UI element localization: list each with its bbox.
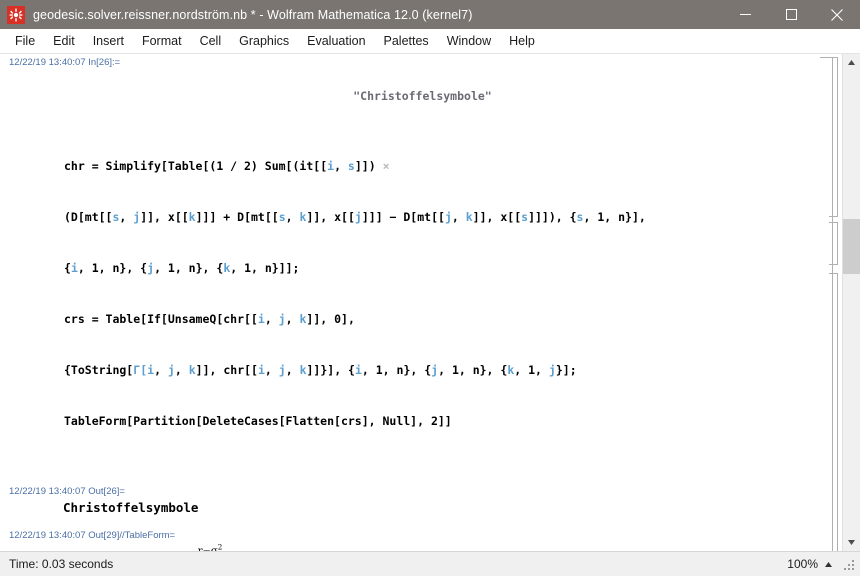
minimize-button[interactable] bbox=[722, 0, 768, 29]
menu-palettes[interactable]: Palettes bbox=[375, 32, 438, 51]
code-line-5: {ToString[Γ[i, j, k]], chr[[i, j, k]]}],… bbox=[64, 363, 577, 377]
menu-file[interactable]: File bbox=[6, 32, 44, 51]
code-line-6: TableForm[Partition[DeleteCases[Flatten[… bbox=[64, 414, 452, 428]
notebook-canvas[interactable]: 12/22/19 13:40:07 In[26]:= "Christoffels… bbox=[0, 54, 842, 551]
input-cell-code[interactable]: chr = Simplify[Table[(1 / 2) Sum[(it[[i,… bbox=[0, 122, 842, 464]
mathematica-app-icon bbox=[7, 5, 25, 24]
output-cell-tableform[interactable]: 12/22/19 13:40:07 Out[29]//TableForm= Γ[… bbox=[0, 518, 842, 551]
code-line-1: chr = Simplify[Table[(1 / 2) Sum[(it[[i,… bbox=[64, 159, 390, 173]
menu-window[interactable]: Window bbox=[438, 32, 500, 51]
output-cell-text[interactable]: 12/22/19 13:40:07 Out[26]= Christoffelsy… bbox=[0, 464, 842, 518]
code-line-2: (D[mt[[s, j]], x[[k]]] + D[mt[[s, k]], x… bbox=[64, 210, 646, 224]
code-line-3: {i, 1, n}, {j, 1, n}, {k, 1, n}]]; bbox=[64, 261, 300, 275]
scrollbar-track[interactable] bbox=[843, 71, 860, 534]
menu-graphics[interactable]: Graphics bbox=[230, 32, 298, 51]
input-cell[interactable]: 12/22/19 13:40:07 In[26]:= "Christoffels… bbox=[0, 54, 842, 464]
christoffel-table: Γ[1, 2, 1] r−σ2 r (−2 r+r2+σ2) Γ[2, 1, 1… bbox=[0, 542, 842, 551]
menu-cell[interactable]: Cell bbox=[191, 32, 231, 51]
window-title: geodesic.solver.reissner.nordström.nb * … bbox=[33, 7, 473, 22]
output-cell-1-timestamp: 12/22/19 13:40:07 Out[26]= bbox=[9, 486, 125, 497]
close-button[interactable] bbox=[814, 0, 860, 29]
menu-edit[interactable]: Edit bbox=[44, 32, 84, 51]
scroll-down-icon[interactable] bbox=[843, 534, 860, 551]
output-cell-2-timestamp: 12/22/19 13:40:07 Out[29]//TableForm= bbox=[9, 530, 176, 541]
menu-insert[interactable]: Insert bbox=[84, 32, 133, 51]
menu-evaluation[interactable]: Evaluation bbox=[298, 32, 374, 51]
zoom-menu-chevron-icon[interactable] bbox=[824, 561, 843, 568]
window-controls bbox=[722, 0, 860, 29]
status-bar: Time: 0.03 seconds 100% bbox=[0, 551, 860, 576]
zoom-level[interactable]: 100% bbox=[787, 557, 824, 571]
title-bar: geodesic.solver.reissner.nordström.nb * … bbox=[0, 0, 860, 29]
scrollbar-thumb[interactable] bbox=[843, 219, 860, 274]
menu-format[interactable]: Format bbox=[133, 32, 191, 51]
menu-help[interactable]: Help bbox=[500, 32, 544, 51]
input-cell-string: "Christoffelsymbole" bbox=[353, 89, 492, 103]
mathematica-window: geodesic.solver.reissner.nordström.nb * … bbox=[0, 0, 860, 576]
menu-bar: File Edit Insert Format Cell Graphics Ev… bbox=[0, 29, 860, 54]
notebook-area: 12/22/19 13:40:07 In[26]:= "Christoffels… bbox=[0, 54, 860, 551]
vertical-scrollbar[interactable] bbox=[842, 54, 860, 551]
scroll-up-icon[interactable] bbox=[843, 54, 860, 71]
status-message: Time: 0.03 seconds bbox=[9, 557, 114, 571]
maximize-button[interactable] bbox=[768, 0, 814, 29]
input-cell-timestamp: 12/22/19 13:40:07 In[26]:= bbox=[9, 57, 121, 68]
code-line-4: crs = Table[If[UnsameQ[chr[[i, j, k]], 0… bbox=[64, 312, 355, 326]
output-cell-1-value: Christoffelsymbole bbox=[63, 500, 199, 515]
resize-grip-icon[interactable] bbox=[843, 557, 857, 571]
